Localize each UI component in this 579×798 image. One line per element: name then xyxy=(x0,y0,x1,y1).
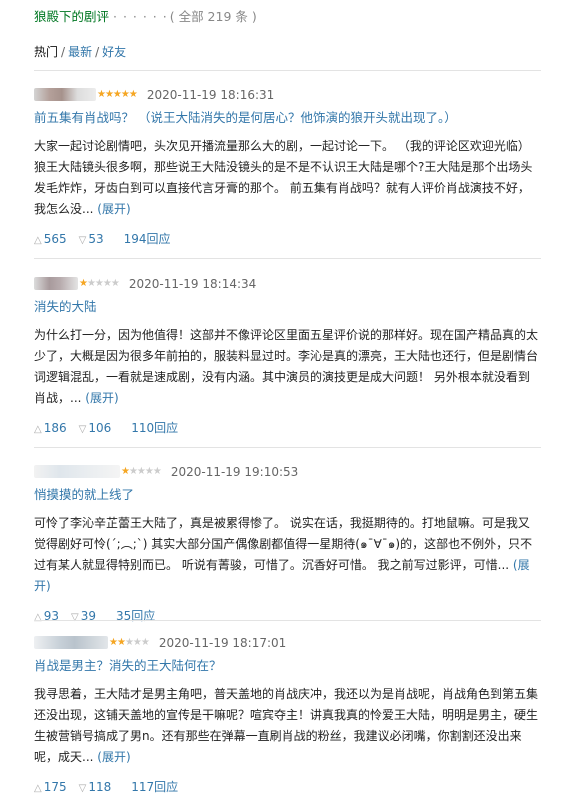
useful-button[interactable]: △ 93 xyxy=(34,607,59,627)
review-title[interactable]: 肖战是男主？消失的王大陆何在？ xyxy=(34,658,541,674)
review-time: 2020-11-19 18:14:34 xyxy=(128,276,257,291)
review-item: ★★★★★ 2020-11-19 18:17:01 肖战是男主？消失的王大陆何在？… xyxy=(34,634,541,798)
review-body: 大家一起讨论剧情吧，头次见开播流量那么大的剧，一起讨论一下。 （我的评论区欢迎光… xyxy=(34,136,541,220)
divider xyxy=(34,70,541,71)
useless-button[interactable]: ▽ 39 xyxy=(71,607,96,627)
review-item: ★★★★★ 2020-11-19 19:10:53 悄摸摸的就上线了 可怜了李沁辛… xyxy=(34,463,541,627)
reply-link[interactable]: 110回应 xyxy=(131,419,178,437)
expand-link[interactable]: (展开) xyxy=(85,391,118,405)
rating-stars: ★★★★★ xyxy=(79,277,120,289)
divider xyxy=(34,447,541,448)
divider xyxy=(34,620,541,621)
avatar[interactable] xyxy=(34,277,78,290)
useful-button[interactable]: △ 186 xyxy=(34,419,67,439)
review-item: ★★★★★ 2020-11-19 18:16:31 前五集有肖战吗？ （说王大陆消… xyxy=(34,86,541,250)
thumb-down-icon: ▽ xyxy=(78,235,87,246)
review-title[interactable]: 消失的大陆 xyxy=(34,299,541,315)
review-body: 为什么打一分，因为他值得！这部并不像评论区里面五星评价说的那样好。现在国产精品真… xyxy=(34,325,541,409)
avatar[interactable] xyxy=(34,636,108,649)
expand-link[interactable]: (展开) xyxy=(97,202,130,216)
useful-button[interactable]: △ 175 xyxy=(34,778,67,798)
useful-button[interactable]: △ 565 xyxy=(34,230,67,250)
thumb-up-icon: △ xyxy=(34,612,42,623)
review-time: 2020-11-19 18:16:31 xyxy=(146,87,275,102)
thumb-down-icon: ▽ xyxy=(78,783,87,794)
reply-link[interactable]: 35回应 xyxy=(116,607,155,625)
review-count: ( 全部 219 条 ) xyxy=(169,9,257,24)
expand-link[interactable]: (展开) xyxy=(97,750,130,764)
thumb-up-icon: △ xyxy=(34,783,42,794)
useless-button[interactable]: ▽ 106 xyxy=(79,419,112,439)
rating-stars: ★★★★★ xyxy=(97,88,138,100)
review-text: 可怜了李沁辛芷蕾王大陆了，真是被累得惨了。 说实在话，我挺期待的。打地鼠嘛。可是… xyxy=(34,516,533,572)
thumb-up-icon: △ xyxy=(34,235,42,246)
review-item: ★★★★★ 2020-11-19 18:14:34 消失的大陆 为什么打一分，因为… xyxy=(34,275,541,439)
review-time: 2020-11-19 19:10:53 xyxy=(170,464,299,479)
review-body: 可怜了李沁辛芷蕾王大陆了，真是被累得惨了。 说实在话，我挺期待的。打地鼠嘛。可是… xyxy=(34,513,541,597)
review-actions: △ 565 ▽ 53 194回应 xyxy=(34,230,541,250)
useless-button[interactable]: ▽ 53 xyxy=(79,230,104,250)
avatar[interactable] xyxy=(34,88,96,101)
sort-tab-friends[interactable]: 好友 xyxy=(102,45,126,59)
review-meta: ★★★★★ 2020-11-19 18:14:34 xyxy=(34,275,541,291)
avatar[interactable] xyxy=(34,465,120,478)
reply-link[interactable]: 194回应 xyxy=(124,230,171,248)
review-actions: △ 186 ▽ 106 110回应 xyxy=(34,419,541,439)
review-time: 2020-11-19 18:17:01 xyxy=(158,635,287,650)
sort-tab-hot[interactable]: 热门 xyxy=(34,45,58,59)
useless-button[interactable]: ▽ 118 xyxy=(79,778,112,798)
page-header: 狼殿下的剧评 · · · · · ·( 全部 219 条 ) 热门 / 最新 / 好友 xyxy=(34,8,257,60)
rating-stars: ★★★★★ xyxy=(121,465,162,477)
review-title[interactable]: 悄摸摸的就上线了 xyxy=(34,487,541,503)
review-meta: ★★★★★ 2020-11-19 19:10:53 xyxy=(34,463,541,479)
review-body: 我寻思着，王大陆才是男主角吧，普天盖地的肖战庆冲，我还以为是肖战呢，肖战角色到第… xyxy=(34,684,541,768)
review-meta: ★★★★★ 2020-11-19 18:16:31 xyxy=(34,86,541,102)
review-actions: △ 93 ▽ 39 35回应 xyxy=(34,607,541,627)
review-actions: △ 175 ▽ 118 117回应 xyxy=(34,778,541,798)
thumb-down-icon: ▽ xyxy=(78,424,87,435)
sort-tab-latest[interactable]: 最新 xyxy=(68,45,92,59)
sort-tabs: 热门 / 最新 / 好友 xyxy=(34,45,127,59)
review-title[interactable]: 前五集有肖战吗？ （说王大陆消失的是何居心？他饰演的狼开头就出现了。） xyxy=(34,110,541,126)
page-title[interactable]: 狼殿下的剧评 xyxy=(34,9,109,24)
divider xyxy=(34,258,541,259)
thumb-down-icon: ▽ xyxy=(70,612,79,623)
title-dots: · · · · · · xyxy=(113,9,168,24)
reply-link[interactable]: 117回应 xyxy=(131,778,178,796)
title-row: 狼殿下的剧评 · · · · · ·( 全部 219 条 ) xyxy=(34,8,257,26)
review-meta: ★★★★★ 2020-11-19 18:17:01 xyxy=(34,634,541,650)
thumb-up-icon: △ xyxy=(34,424,42,435)
rating-stars: ★★★★★ xyxy=(109,636,150,648)
